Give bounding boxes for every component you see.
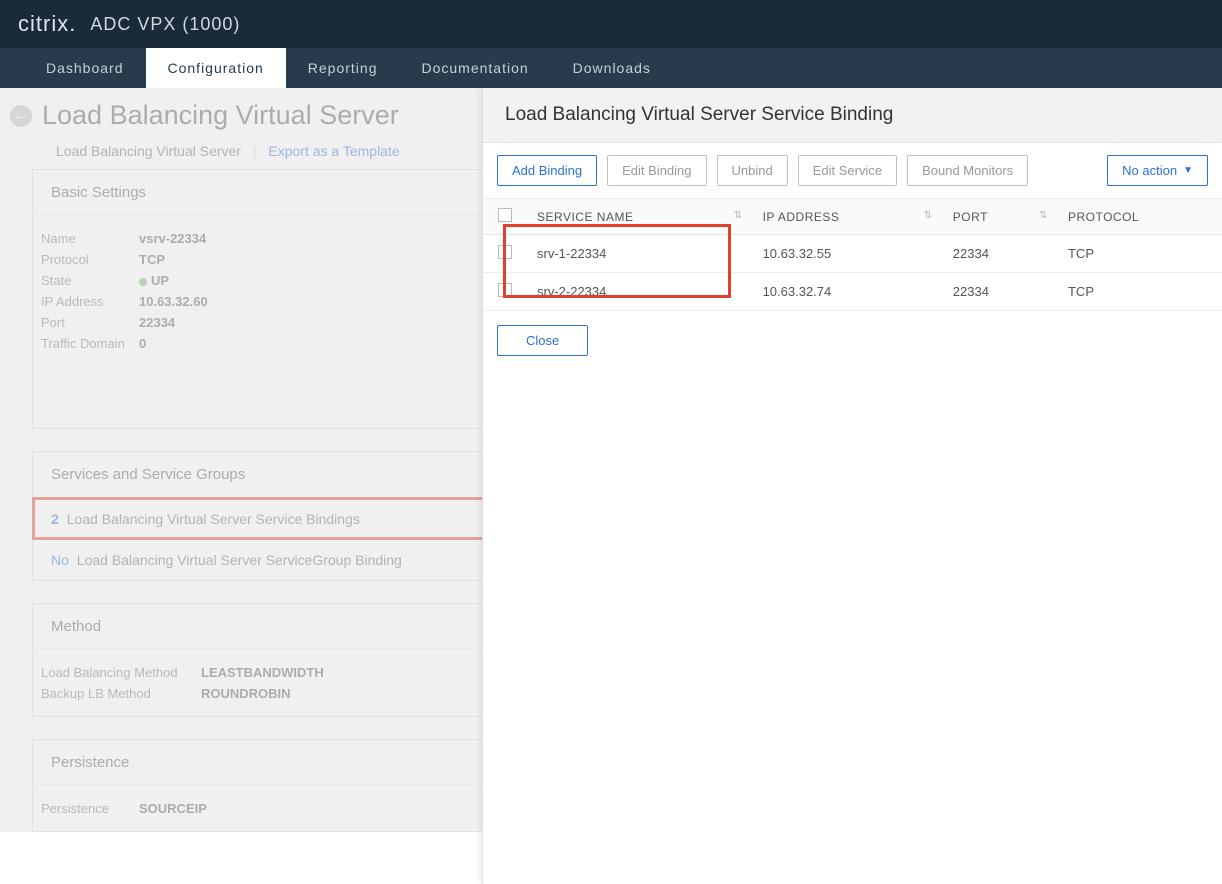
bound-monitors-button[interactable]: Bound Monitors [907,155,1028,186]
no-action-dropdown[interactable]: No action ▼ [1107,155,1208,186]
value-name: vsrv-22334 [139,231,206,246]
value-ip: 10.63.32.60 [139,294,208,309]
label-protocol: Protocol [41,252,139,267]
sort-icon: ⇅ [924,210,933,221]
tab-downloads[interactable]: Downloads [551,48,673,88]
value-state: UP [139,273,169,288]
table-row[interactable]: srv-1-22334 10.63.32.55 22334 TCP [483,235,1222,273]
no-action-label: No action [1122,163,1177,178]
sort-icon: ⇅ [734,210,743,221]
edit-service-button[interactable]: Edit Service [798,155,897,186]
label-state: State [41,273,139,288]
service-bindings-count: 2 [51,511,59,527]
tab-documentation[interactable]: Documentation [399,48,550,88]
breadcrumb-label: Load Balancing Virtual Server [56,143,241,159]
value-protocol: TCP [139,252,165,267]
label-ip: IP Address [41,294,139,309]
label-lb-method: Load Balancing Method [41,665,201,680]
label-port: Port [41,315,139,330]
col-port[interactable]: PORT⇅ [943,199,1058,235]
back-icon[interactable]: ← [10,105,32,127]
product-name: ADC VPX (1000) [90,14,240,35]
cell-ip: 10.63.32.55 [753,235,943,273]
cell-protocol: TCP [1058,273,1222,311]
edit-binding-button[interactable]: Edit Binding [607,155,706,186]
tab-dashboard[interactable]: Dashboard [24,48,146,88]
chevron-down-icon: ▼ [1183,165,1193,176]
cell-port: 22334 [943,273,1058,311]
close-button[interactable]: Close [497,325,588,356]
unbind-button[interactable]: Unbind [717,155,788,186]
value-port: 22334 [139,315,175,330]
servicegroup-count: No [51,552,69,568]
label-persistence: Persistence [41,801,139,816]
top-bar: citrix. ADC VPX (1000) [0,0,1222,48]
col-ip-address[interactable]: IP ADDRESS⇅ [753,199,943,235]
value-lb-method: LEASTBANDWIDTH [201,665,324,680]
page-title: Load Balancing Virtual Server [42,100,399,131]
binding-modal: Load Balancing Virtual Server Service Bi… [482,88,1222,884]
label-backup-lb: Backup LB Method [41,686,201,701]
value-backup-lb: ROUNDROBIN [201,686,291,701]
logo: citrix. [18,11,76,37]
value-traffic-domain: 0 [139,336,146,351]
service-bindings-label: Load Balancing Virtual Server Service Bi… [67,511,360,527]
select-all-checkbox[interactable] [498,208,512,222]
col-service-name[interactable]: SERVICE NAME⇅ [527,199,753,235]
bindings-table: SERVICE NAME⇅ IP ADDRESS⇅ PORT⇅ PROTOCOL… [483,199,1222,311]
col-protocol[interactable]: PROTOCOL [1058,199,1222,235]
label-traffic-domain: Traffic Domain [41,336,139,351]
cell-protocol: TCP [1058,235,1222,273]
nav-bar: Dashboard Configuration Reporting Docume… [0,48,1222,88]
add-binding-button[interactable]: Add Binding [497,155,597,186]
export-template-link[interactable]: Export as a Template [268,143,399,159]
value-persistence: SOURCEIP [139,801,207,816]
cell-ip: 10.63.32.74 [753,273,943,311]
servicegroup-label: Load Balancing Virtual Server ServiceGro… [77,552,402,568]
label-name: Name [41,231,139,246]
cell-port: 22334 [943,235,1058,273]
tab-configuration[interactable]: Configuration [146,48,286,88]
table-row[interactable]: srv-2-22334 10.63.32.74 22334 TCP [483,273,1222,311]
modal-title: Load Balancing Virtual Server Service Bi… [483,88,1222,143]
cell-service-name: srv-1-22334 [527,235,753,273]
row-checkbox[interactable] [498,245,512,259]
cell-service-name: srv-2-22334 [527,273,753,311]
modal-toolbar: Add Binding Edit Binding Unbind Edit Ser… [483,143,1222,199]
row-checkbox[interactable] [498,283,512,297]
sort-icon: ⇅ [1039,210,1048,221]
tab-reporting[interactable]: Reporting [286,48,400,88]
